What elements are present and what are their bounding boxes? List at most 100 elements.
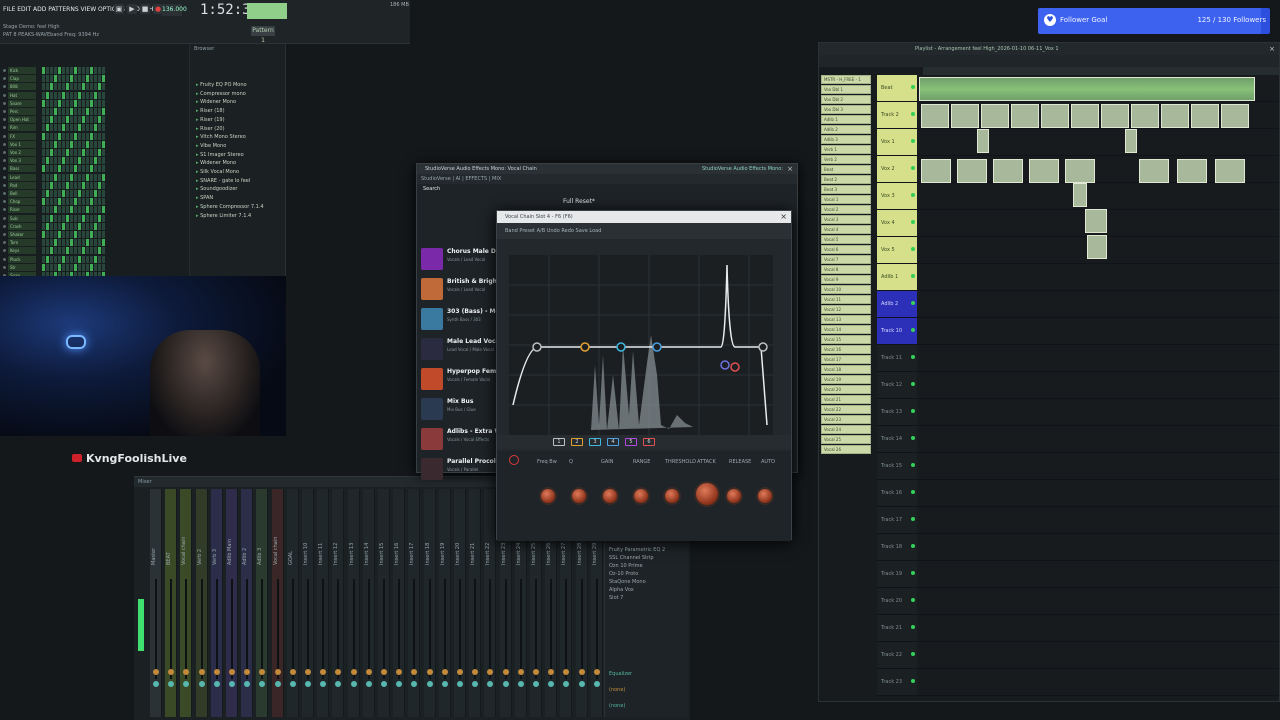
channel-name-button[interactable]: Keys	[8, 247, 36, 255]
pattern-picker-item[interactable]: Vocal 26	[821, 445, 871, 454]
step-button[interactable]	[78, 181, 81, 189]
step-button[interactable]	[90, 231, 93, 238]
channel-name-button[interactable]: Chop	[8, 198, 36, 206]
step-button[interactable]	[90, 83, 93, 91]
channel-name-button[interactable]: Perc	[8, 108, 36, 115]
step-button[interactable]	[78, 140, 81, 148]
step-button[interactable]	[74, 83, 77, 91]
channel-mute-led[interactable]	[3, 216, 6, 220]
step-button[interactable]	[82, 132, 85, 140]
step-button[interactable]	[102, 83, 105, 91]
search-tab[interactable]: Search	[423, 186, 455, 194]
mixer-strip[interactable]: Insert 11	[317, 489, 330, 717]
mixer-strip[interactable]: Vocal chain	[180, 489, 193, 717]
step-button[interactable]	[54, 108, 57, 115]
eq-band-node[interactable]	[758, 342, 768, 352]
fx-slot[interactable]: Slot 7	[609, 595, 623, 601]
step-button[interactable]	[54, 149, 57, 156]
step-button[interactable]	[50, 222, 53, 230]
pattern-picker-item[interactable]: Vocal 11	[821, 295, 871, 304]
stereo-knob[interactable]	[289, 681, 296, 687]
step-button[interactable]	[78, 214, 81, 222]
step-button[interactable]	[42, 108, 45, 115]
stereo-knob[interactable]	[563, 681, 570, 687]
browser-item[interactable]: S1 Imager Stereo	[196, 152, 244, 158]
step-button[interactable]	[58, 206, 61, 214]
pan-knob[interactable]	[472, 669, 479, 675]
step-button[interactable]	[90, 181, 93, 189]
pan-knob[interactable]	[259, 669, 266, 675]
track-mute-led[interactable]	[911, 463, 915, 467]
close-icon[interactable]: ×	[780, 211, 787, 223]
step-button[interactable]	[70, 116, 73, 124]
step-button[interactable]	[58, 239, 61, 247]
channel-name-button[interactable]: Pad	[8, 181, 36, 189]
track-mute-led[interactable]	[911, 247, 915, 251]
step-button[interactable]	[78, 83, 81, 91]
step-button[interactable]	[94, 75, 97, 83]
step-button[interactable]	[42, 149, 45, 156]
audio-clip[interactable]	[1029, 159, 1059, 183]
stereo-knob[interactable]	[259, 681, 266, 687]
eq-band-button[interactable]: 1	[553, 438, 565, 446]
step-button[interactable]	[50, 181, 53, 189]
step-button[interactable]	[50, 198, 53, 206]
tempo-display[interactable]: 136.000	[162, 4, 187, 16]
eq-band-button[interactable]: 2	[571, 438, 583, 446]
step-button[interactable]	[58, 181, 61, 189]
step-button[interactable]	[58, 255, 61, 263]
step-button[interactable]	[94, 190, 97, 197]
step-button[interactable]	[54, 157, 57, 165]
step-button[interactable]	[66, 116, 69, 124]
step-button[interactable]	[98, 132, 101, 140]
step-button[interactable]	[102, 263, 105, 271]
step-button[interactable]	[98, 231, 101, 238]
step-button[interactable]	[90, 222, 93, 230]
channel-name-button[interactable]: Hat	[8, 91, 36, 99]
step-button[interactable]	[74, 132, 77, 140]
browser-item[interactable]: Widener Mono	[196, 160, 236, 166]
pan-knob[interactable]	[365, 669, 372, 675]
volume-fader[interactable]	[200, 579, 203, 679]
preset-item[interactable]: Mix Bus Mix Bus / Glue	[421, 398, 497, 426]
send-slot-2[interactable]: (none)	[609, 703, 625, 709]
step-button[interactable]	[70, 263, 73, 271]
pattern-color-block[interactable]	[247, 3, 287, 19]
browser-item[interactable]: SNARE - gate lo feel	[196, 178, 250, 184]
play-button[interactable]: ▶	[127, 4, 137, 14]
pattern-picker-item[interactable]: Vocal 5	[821, 235, 871, 244]
audio-clip[interactable]	[1191, 104, 1219, 128]
stereo-knob[interactable]	[517, 681, 524, 687]
step-button[interactable]	[74, 247, 77, 255]
step-button[interactable]	[46, 173, 49, 181]
step-button[interactable]	[62, 190, 65, 197]
step-button[interactable]	[78, 124, 81, 132]
step-button[interactable]	[82, 99, 85, 107]
step-button[interactable]	[102, 165, 105, 173]
step-button[interactable]	[42, 247, 45, 255]
pan-knob[interactable]	[350, 669, 357, 675]
step-button[interactable]	[62, 222, 65, 230]
step-button[interactable]	[70, 239, 73, 247]
playlist-toolbar[interactable]	[819, 55, 1279, 67]
pan-knob[interactable]	[548, 669, 555, 675]
step-button[interactable]	[70, 255, 73, 263]
step-button[interactable]	[90, 67, 93, 74]
step-button[interactable]	[82, 206, 85, 214]
step-button[interactable]	[62, 173, 65, 181]
pattern-picker-item[interactable]: Vocal 17	[821, 355, 871, 364]
step-button[interactable]	[46, 83, 49, 91]
step-button[interactable]	[70, 83, 73, 91]
track-mute-led[interactable]	[911, 652, 915, 656]
pan-knob[interactable]	[533, 669, 539, 675]
pattern-picker-item[interactable]: Vocal 22	[821, 405, 871, 414]
volume-fader[interactable]	[261, 579, 264, 679]
stereo-knob[interactable]	[335, 681, 342, 687]
eq-band-node[interactable]	[652, 342, 662, 352]
audio-clip[interactable]	[1221, 104, 1249, 128]
step-button[interactable]	[86, 214, 89, 222]
mixer-strip[interactable]: Adlib Main	[226, 489, 238, 717]
step-button[interactable]	[94, 214, 97, 222]
step-button[interactable]	[70, 132, 73, 140]
audio-clip[interactable]	[981, 104, 1009, 128]
